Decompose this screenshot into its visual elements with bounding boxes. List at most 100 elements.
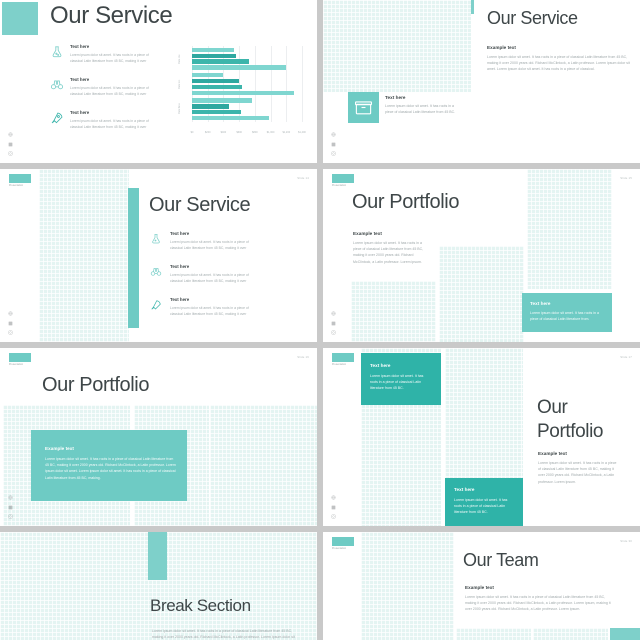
- card-body: Lorem ipsum dolor sit amet. It has roots…: [454, 498, 508, 515]
- globe-icon: [331, 132, 336, 137]
- logo-mark: [332, 174, 354, 183]
- chart-bar: [192, 73, 223, 78]
- binoculars-icon: [150, 265, 164, 279]
- logo-caption: Presentation: [332, 547, 347, 550]
- slide-our-service-list[interactable]: Presentation Slide 14 Our Service Text h…: [0, 169, 317, 342]
- logo-mark: [9, 174, 31, 183]
- slide-number: Slide 30: [620, 539, 632, 543]
- section-body: Lorem ipsum dolor sit amet. It has roots…: [538, 461, 617, 484]
- chart-bar: [192, 84, 242, 90]
- section-body: Lorem ipsum dolor sit amet. It has roots…: [353, 241, 424, 264]
- feature-body: Lorem ipsum dolor sit amet. It has roots…: [70, 86, 149, 96]
- chart-x-tick-label: $200: [204, 131, 211, 134]
- feature-item[interactable]: Text here Lorem ipsum dolor sit amet. It…: [50, 77, 162, 97]
- page-title: Our Service: [149, 194, 251, 216]
- chart-gridline: [286, 46, 288, 122]
- social-icons-rail[interactable]: [8, 495, 13, 519]
- slide-deck-grid: Our Service Text here Lorem ipsum dolor …: [0, 0, 640, 640]
- highlight-card-top[interactable]: Text here Lorem ipsum dolor sit amet. It…: [361, 353, 441, 405]
- card-heading: Text here: [370, 363, 391, 368]
- instagram-icon: [8, 514, 13, 519]
- feature-heading: Text here: [170, 297, 190, 302]
- card-body: Lorem ipsum dolor sit amet. It has roots…: [45, 457, 176, 480]
- rocket-icon: [50, 111, 64, 125]
- rocket-icon: [150, 298, 164, 312]
- slide-our-service-detail[interactable]: Text here Lorem ipsum dolor sit amet. It…: [323, 0, 640, 163]
- globe-icon: [8, 311, 13, 316]
- highlight-card-bottom[interactable]: Text here Lorem ipsum dolor sit amet. It…: [445, 478, 523, 526]
- decor-grid-block: [323, 0, 471, 92]
- slide-break-section[interactable]: Break Section Lorem ipsum dolor sit amet…: [0, 532, 317, 640]
- chart-x-tick-label: $600: [236, 131, 242, 134]
- feature-heading: Text here: [170, 264, 190, 269]
- archive-box-icon: [355, 101, 372, 115]
- chart-bar: [192, 90, 295, 95]
- feature-item[interactable]: Text here Lorem ipsum dolor sit amet. It…: [150, 264, 262, 284]
- accent-bar: [148, 532, 167, 580]
- card-body: Lorem ipsum dolor sit amet. It has roots…: [385, 104, 456, 115]
- decor-grid-block: [361, 532, 454, 640]
- decor-grid-block: [533, 628, 608, 640]
- logo-caption: Presentation: [332, 184, 347, 187]
- slide-our-service-chart[interactable]: Our Service Text here Lorem ipsum dolor …: [0, 0, 317, 163]
- social-icons-rail[interactable]: [8, 132, 13, 156]
- feature-item[interactable]: Text here Lorem ipsum dolor sit amet. It…: [50, 44, 162, 64]
- highlight-card[interactable]: Text here Lorem ipsum dolor sit amet. It…: [522, 293, 612, 332]
- feature-heading: Text here: [70, 110, 90, 115]
- facebook-icon: [8, 142, 13, 146]
- feature-item[interactable]: Text here Lorem ipsum dolor sit amet. It…: [150, 297, 262, 317]
- chart-group-label: Data one: [179, 54, 181, 64]
- icon-tile: [348, 92, 379, 123]
- flask-icon: [50, 45, 64, 59]
- chart-group-label: Data three: [179, 103, 181, 115]
- accent-square: [610, 628, 640, 640]
- facebook-icon: [331, 321, 336, 325]
- section-body: Lorem ipsum dolor sit amet. It has roots…: [152, 629, 295, 640]
- page-title: Our Portfolio: [352, 191, 460, 213]
- social-icons-rail[interactable]: [331, 495, 336, 519]
- social-icons-rail[interactable]: [331, 311, 336, 335]
- social-icons-rail[interactable]: [8, 311, 13, 335]
- card-body: Lorem ipsum dolor sit amet. It has roots…: [530, 311, 599, 322]
- decor-grid-block: [39, 169, 129, 342]
- decor-grid-block: [210, 405, 317, 526]
- chart-gridline: [254, 46, 256, 122]
- chart-bar: [192, 65, 286, 70]
- header-accent-block: [2, 2, 38, 35]
- logo-mark: [9, 353, 31, 362]
- logo-mark: [332, 353, 354, 362]
- instagram-icon: [331, 330, 336, 335]
- card-heading: Text here: [454, 487, 475, 492]
- slide-our-portfolio-b[interactable]: Presentation Slide 16 Our Portfolio Exam…: [0, 348, 317, 526]
- facebook-icon: [8, 321, 13, 325]
- chart-bar: [192, 110, 241, 115]
- slide-number: Slide 16: [297, 355, 309, 359]
- logo-caption: Presentation: [9, 184, 24, 187]
- chart-gridline: [270, 46, 272, 122]
- slide-number: Slide 15: [620, 176, 632, 180]
- feature-heading: Text here: [70, 77, 90, 82]
- decor-grid-block: [439, 246, 524, 342]
- chart-x-tick-label: $1,200: [282, 131, 291, 134]
- chart-bar: [192, 104, 229, 109]
- chart-bar: [192, 53, 236, 58]
- feature-heading: Text here: [170, 231, 190, 236]
- slide-our-portfolio-c[interactable]: Presentation Slide 17 Text here Lorem ip…: [323, 348, 640, 526]
- feature-item[interactable]: Text here Lorem ipsum dolor sit amet. It…: [50, 110, 162, 130]
- logo-caption: Presentation: [9, 363, 24, 366]
- slide-our-team[interactable]: Presentation Slide 30 Our Team Example t…: [323, 532, 640, 640]
- chart-x-tick-label: $0: [190, 131, 194, 134]
- instagram-icon: [8, 330, 13, 335]
- highlight-card[interactable]: Example text Lorem ipsum dolor sit amet.…: [31, 430, 187, 501]
- instagram-icon: [331, 151, 336, 156]
- social-icons-rail[interactable]: [331, 132, 336, 156]
- page-title: Our Team: [463, 550, 539, 570]
- slide-our-portfolio-a[interactable]: Presentation Slide 15 Our Portfolio Exam…: [323, 169, 640, 342]
- decor-grid-block: [527, 169, 612, 289]
- globe-icon: [8, 495, 13, 500]
- chart-x-tick-label: $800: [252, 131, 258, 134]
- chart-bar: [192, 78, 240, 84]
- section-body: Lorem ipsum dolor sit amet. It has roots…: [465, 595, 611, 612]
- card-heading: Text here: [530, 301, 551, 306]
- feature-item[interactable]: Text here Lorem ipsum dolor sit amet. It…: [150, 231, 262, 251]
